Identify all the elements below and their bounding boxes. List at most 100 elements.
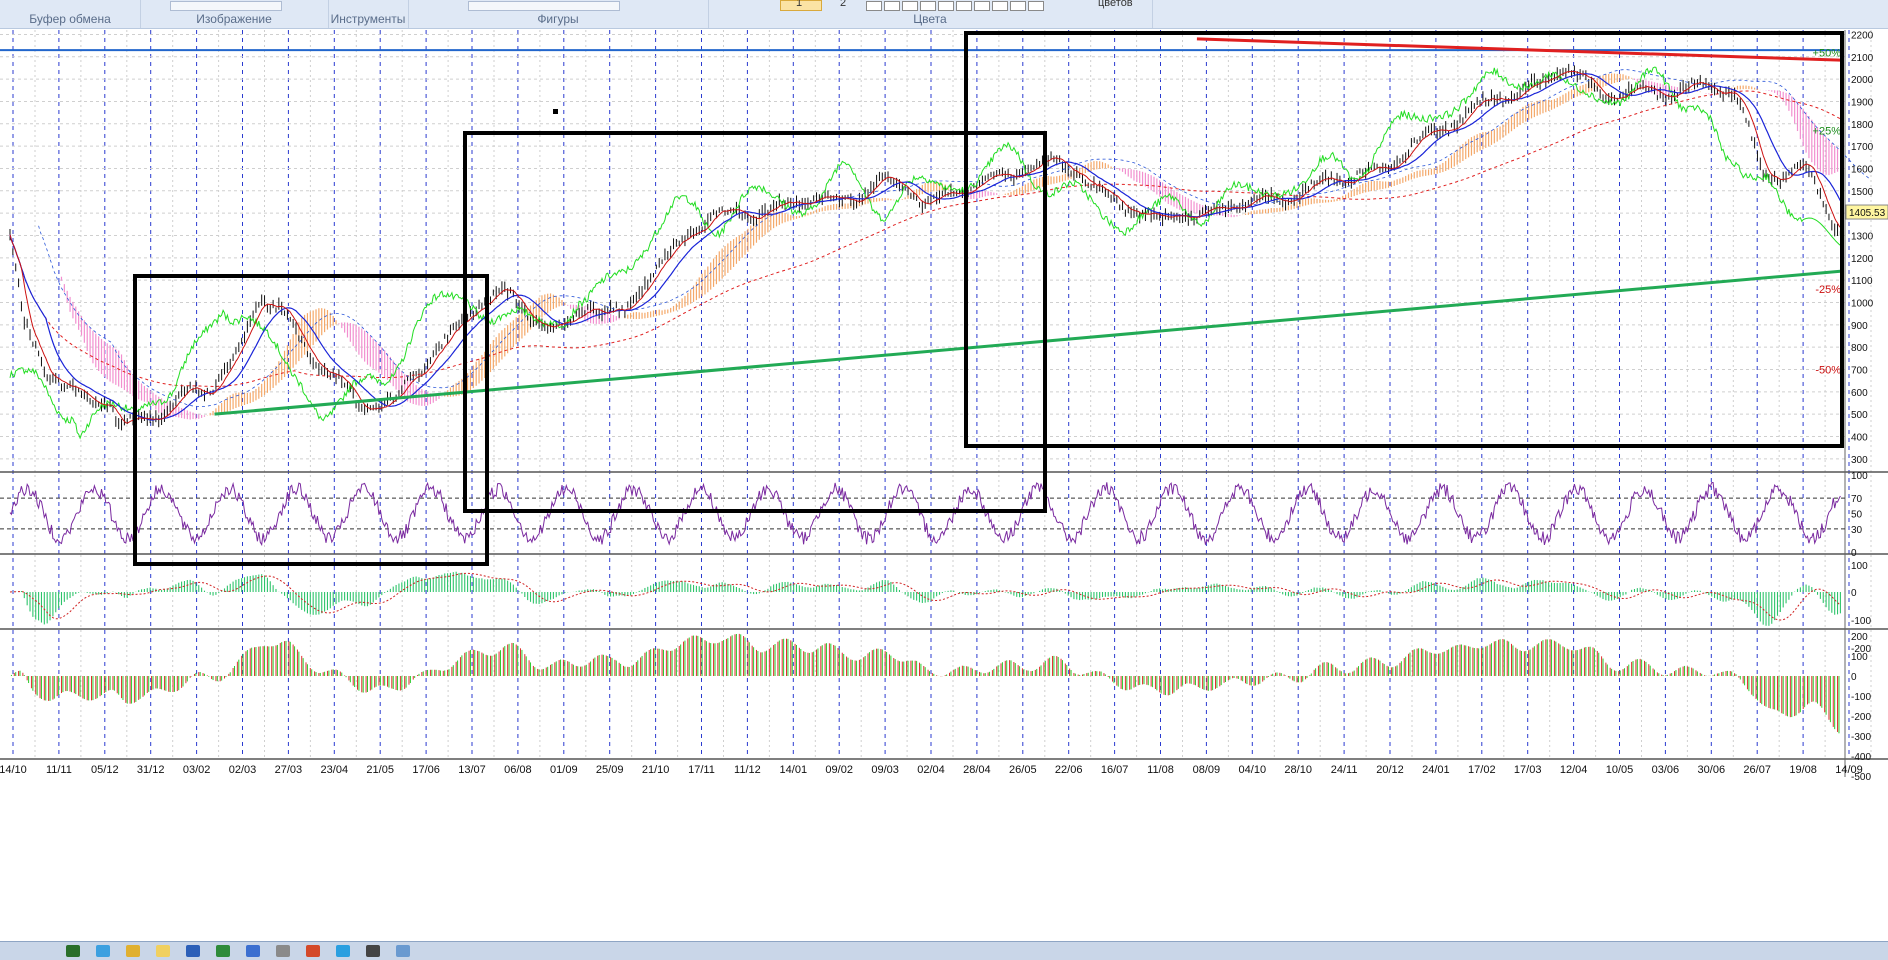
- price-tick-label: 300: [1851, 455, 1868, 466]
- x-tick-label: 24/01: [1422, 764, 1450, 776]
- x-tick-label: 02/04: [917, 764, 945, 776]
- x-tick-label: 28/04: [963, 764, 991, 776]
- color-swatch[interactable]: [1010, 1, 1026, 11]
- ie-icon[interactable]: [96, 945, 110, 957]
- x-tick-label: 26/07: [1743, 764, 1771, 776]
- x-tick-label: 30/06: [1698, 764, 1726, 776]
- start-icon[interactable]: [66, 945, 80, 957]
- overlays: [0, 37, 1841, 416]
- select-button[interactable]: [170, 1, 282, 11]
- x-tick-label: 11/12: [734, 764, 761, 776]
- ribbon-label-tools: Инструменты: [330, 12, 406, 26]
- x-tick-label: 01/09: [550, 764, 578, 776]
- x-tick-label: 21/05: [366, 764, 394, 776]
- rsi-tick-label: 100: [1851, 471, 1868, 482]
- ribbon-toolbar: Буфер обмена Изображение Инструменты Фиг…: [0, 0, 1888, 29]
- macd-tick-label: 100: [1851, 561, 1868, 572]
- x-tick-label: 03/06: [1652, 764, 1680, 776]
- paint-icon[interactable]: [396, 945, 410, 957]
- grid: [0, 30, 1888, 777]
- price-tick-label: 1000: [1851, 298, 1874, 309]
- terminal-icon[interactable]: [366, 945, 380, 957]
- stock-chart: 3004005006007008009001000110012001300140…: [0, 30, 1888, 783]
- x-tick-label: 04/10: [1239, 764, 1267, 776]
- support-trendline: [214, 269, 1841, 416]
- oscillator-tick-label: -100: [1851, 692, 1871, 703]
- rsi-tick-label: 70: [1851, 494, 1863, 505]
- color-swatch[interactable]: [902, 1, 918, 11]
- explorer-icon[interactable]: [126, 945, 140, 957]
- price-tick-label: 2000: [1851, 75, 1874, 86]
- x-tick-label: 22/06: [1055, 764, 1083, 776]
- rsi-panel: [0, 481, 1845, 547]
- folder-icon[interactable]: [156, 945, 170, 957]
- marker-dot: [553, 109, 558, 114]
- taskbar: [0, 941, 1888, 960]
- oscillator-tick-label: 200: [1851, 632, 1868, 643]
- x-tick-label: 17/02: [1468, 764, 1496, 776]
- price-tick-label: 1500: [1851, 187, 1874, 198]
- price-tick-label: 800: [1851, 343, 1868, 354]
- color-swatch[interactable]: [866, 1, 882, 11]
- oscillator-tick-label: -300: [1851, 732, 1871, 743]
- price-tick-label: 1900: [1851, 97, 1874, 108]
- price-tick-label: 1600: [1851, 164, 1874, 175]
- price-tick-label: 2200: [1851, 30, 1874, 41]
- color-swatch[interactable]: [992, 1, 1008, 11]
- x-tick-label: 16/07: [1101, 764, 1129, 776]
- outlook-icon[interactable]: [246, 945, 260, 957]
- rsi-line: [9, 481, 1841, 547]
- x-tick-label: 08/09: [1193, 764, 1221, 776]
- rsi-tick-label: 30: [1851, 525, 1863, 536]
- price-tick-label: 2100: [1851, 53, 1874, 64]
- price-tick-label: 700: [1851, 365, 1868, 376]
- color-swatch[interactable]: [938, 1, 954, 11]
- x-tick-label: 14/01: [780, 764, 808, 776]
- span-b-line: [38, 69, 1870, 407]
- percent-label: -50%: [1815, 364, 1841, 376]
- chrome-icon[interactable]: [306, 945, 320, 957]
- oscillator-tick-label: 0: [1851, 672, 1857, 683]
- ribbon-group-tools: Инструменты: [328, 0, 409, 28]
- x-tick-label: 09/02: [825, 764, 853, 776]
- price-tick-label: 900: [1851, 321, 1868, 332]
- macd-tick-label: -100: [1851, 616, 1871, 627]
- rsi-tick-label: 0: [1851, 548, 1857, 559]
- ribbon-group-clipboard: Буфер обмена: [0, 0, 141, 28]
- word-icon[interactable]: [186, 945, 200, 957]
- x-tick-label: 03/02: [183, 764, 211, 776]
- color-swatch[interactable]: [920, 1, 936, 11]
- x-tick-label: 17/11: [688, 764, 715, 776]
- color-swatch[interactable]: [956, 1, 972, 11]
- percent-label: +50%: [1813, 47, 1842, 59]
- x-tick-label: 02/03: [229, 764, 257, 776]
- oscillator-panel: [10, 633, 1840, 734]
- shapes-gallery[interactable]: [468, 1, 620, 11]
- x-tick-label: 21/10: [642, 764, 670, 776]
- skype-icon[interactable]: [336, 945, 350, 957]
- oscillator-tick-label: 100: [1851, 652, 1868, 663]
- x-tick-label: 23/04: [321, 764, 349, 776]
- x-tick-label: 13/07: [458, 764, 486, 776]
- price-tick-label: 1100: [1851, 276, 1873, 287]
- ribbon-group-colors: 1 2 цветов Цвета: [708, 0, 1153, 28]
- x-tick-label: 14/10: [0, 764, 27, 776]
- sma-200-line: [9, 90, 1841, 387]
- media-icon[interactable]: [276, 945, 290, 957]
- price-tick-label: 1200: [1851, 254, 1874, 265]
- rsi-tick-label: 50: [1851, 510, 1863, 521]
- color-swatch[interactable]: [884, 1, 900, 11]
- x-tick-label: 20/12: [1376, 764, 1404, 776]
- x-tick-label: 06/08: [504, 764, 532, 776]
- x-tick-label: 19/08: [1789, 764, 1817, 776]
- x-tick-label: 10/05: [1606, 764, 1634, 776]
- ribbon-label-clipboard: Буфер обмена: [29, 12, 111, 26]
- price-tick-label: 400: [1851, 432, 1868, 443]
- percent-label: +25%: [1813, 126, 1842, 138]
- color-swatch[interactable]: [974, 1, 990, 11]
- ribbon-group-image: Изображение: [140, 0, 329, 28]
- x-tick-label: 24/11: [1331, 764, 1358, 776]
- color-swatch[interactable]: [1028, 1, 1044, 11]
- ribbon-group-shapes: Фигуры: [408, 0, 709, 28]
- excel-icon[interactable]: [216, 945, 230, 957]
